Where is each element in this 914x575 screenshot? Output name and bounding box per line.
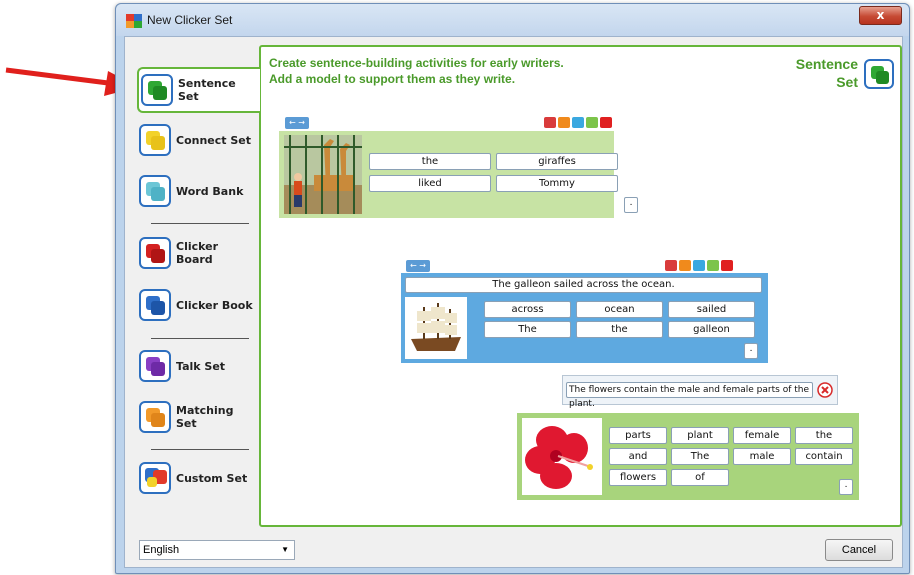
word-tile[interactable]: the (576, 321, 663, 338)
word-tile[interactable]: female (733, 427, 791, 444)
sidebar-divider (151, 449, 249, 450)
prev-next-arrows-icon: ← → (285, 117, 309, 129)
window-title: New Clicker Set (147, 13, 233, 27)
word-tile[interactable]: galleon (668, 321, 755, 338)
description-line: Create sentence-building activities for … (269, 56, 564, 70)
set-heading: Sentence Set (796, 55, 858, 91)
clicker-app-icon (126, 14, 142, 28)
chevron-down-icon: ▼ (281, 545, 289, 554)
remove-model-icon[interactable] (817, 382, 833, 398)
sidebar-item-label: Sentence Set (178, 77, 236, 103)
heading-line: Set (836, 74, 858, 90)
sentence-set-icon (864, 59, 894, 89)
close-button[interactable]: x (859, 6, 902, 25)
word-tile[interactable]: across (484, 301, 571, 318)
word-tile[interactable]: parts (609, 427, 667, 444)
sidebar-item-label: Word Bank (176, 184, 244, 198)
backspace-icon (665, 260, 677, 271)
more-words-button[interactable]: . (624, 197, 638, 213)
word-tile[interactable]: male (733, 448, 791, 465)
dialog-body: Sentence Set Connect Set Word Bank Click (124, 36, 903, 568)
sidebar-item-talk-set[interactable]: Talk Set (139, 345, 257, 387)
cancel-button[interactable]: Cancel (825, 539, 893, 561)
sidebar-item-clicker-board[interactable]: Clicker Board (139, 232, 257, 274)
word-tile[interactable]: ocean (576, 301, 663, 318)
sidebar-item-connect-set[interactable]: Connect Set (139, 119, 257, 161)
example-sentence-card: the giraffes liked Tommy . (279, 131, 638, 218)
sidebar-item-label: Talk Set (176, 359, 226, 373)
speech-icon (572, 117, 584, 128)
keyboard-icon (707, 260, 719, 271)
custom-set-icon (139, 462, 171, 494)
word-tile[interactable]: and (609, 448, 667, 465)
matching-set-icon (139, 401, 171, 433)
word-tile[interactable]: sailed (668, 301, 755, 318)
example-sentence-card: parts plant female the and The male cont… (517, 413, 859, 500)
sidebar-item-label: Connect Set (176, 133, 252, 147)
word-tile[interactable]: contain (795, 448, 853, 465)
sidebar-item-clicker-book[interactable]: Clicker Book (139, 284, 257, 326)
sidebar-item-word-bank[interactable]: Word Bank (139, 170, 257, 212)
word-tile[interactable]: giraffes (496, 153, 618, 170)
giraffes-picture (284, 135, 362, 214)
word-tile[interactable]: plant (671, 427, 729, 444)
sidebar-item-custom-set[interactable]: Custom Set (139, 457, 257, 499)
more-words-button[interactable]: . (839, 479, 853, 495)
word-tile[interactable]: of (671, 469, 729, 486)
sidebar-item-label: Custom Set (176, 471, 248, 485)
description-line: Add a model to support them as they writ… (269, 72, 516, 86)
word-tile[interactable]: flowers (609, 469, 667, 486)
talk-set-icon (139, 350, 171, 382)
return-icon (679, 260, 691, 271)
set-preview-panel: Create sentence-building activities for … (259, 45, 902, 527)
language-value: English (143, 544, 180, 556)
galleon-picture (405, 297, 467, 359)
word-tile[interactable]: The (484, 321, 571, 338)
model-sentence: The flowers contain the male and female … (566, 382, 813, 409)
prev-next-arrows-icon: ← → (406, 260, 430, 272)
set-description: Create sentence-building activities for … (269, 55, 564, 87)
clicker-board-icon (139, 237, 171, 269)
word-tile[interactable]: Tommy (496, 175, 618, 192)
word-tile[interactable]: the (369, 153, 491, 170)
speech-icon (693, 260, 705, 271)
sidebar-divider (151, 338, 249, 339)
sidebar-divider (151, 223, 249, 224)
word-tile[interactable]: the (795, 427, 853, 444)
language-select[interactable]: English ▼ (139, 540, 295, 560)
heading-line: Sentence (795, 56, 858, 72)
word-tile[interactable]: liked (369, 175, 491, 192)
close-icon (721, 260, 733, 271)
card-toolbar (665, 260, 733, 271)
new-clicker-set-dialog: New Clicker Set x Sentence Set Connect S… (115, 3, 910, 574)
sentence-set-icon (141, 74, 173, 106)
word-bank-icon (139, 175, 171, 207)
close-icon (600, 117, 612, 128)
sidebar-item-matching-set[interactable]: Matching Set (139, 396, 257, 438)
backspace-icon (544, 117, 556, 128)
sidebar-item-label: Clicker Board (176, 240, 219, 266)
sidebar-item-label: Clicker Book (176, 298, 253, 312)
keyboard-icon (586, 117, 598, 128)
card-toolbar (544, 117, 612, 128)
example-sentence-card: The galleon sailed across the ocean. acr… (401, 273, 768, 363)
return-icon (558, 117, 570, 128)
word-tile[interactable]: The (671, 448, 729, 465)
connect-set-icon (139, 124, 171, 156)
model-sentence: The galleon sailed across the ocean. (405, 277, 762, 293)
more-words-button[interactable]: . (744, 343, 758, 359)
title-bar: New Clicker Set x (116, 4, 909, 36)
sidebar-item-label: Matching Set (176, 404, 234, 430)
clicker-book-icon (139, 289, 171, 321)
sidebar-item-sentence-set[interactable]: Sentence Set (137, 67, 260, 113)
model-sentence-popup: The flowers contain the male and female … (562, 375, 838, 409)
hibiscus-picture (522, 418, 602, 495)
